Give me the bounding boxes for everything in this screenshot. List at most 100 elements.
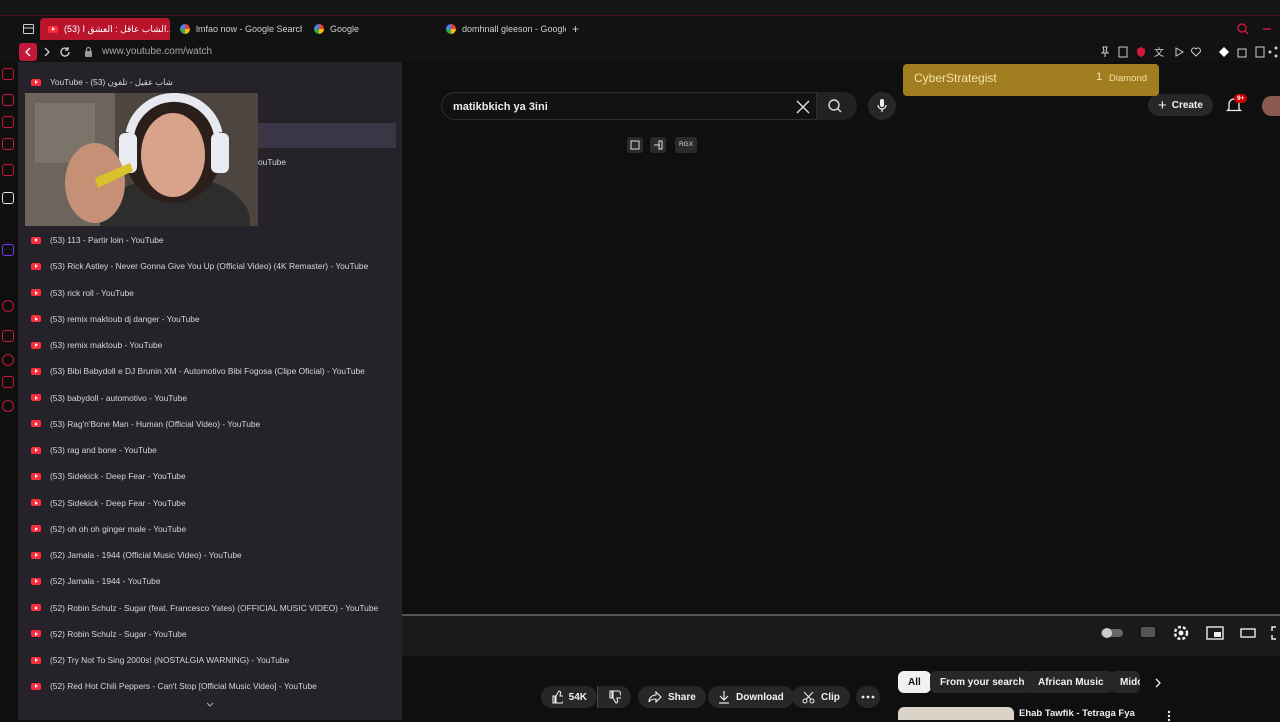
search-box[interactable]: matikbkich ya 3ini xyxy=(441,92,817,120)
easy-setup-icon[interactable] xyxy=(1254,46,1266,58)
player-icon[interactable] xyxy=(2,300,14,312)
dislike-button[interactable] xyxy=(597,686,631,708)
history-item-label: (53) rick roll - YouTube xyxy=(50,287,134,298)
history-item[interactable]: (53) rick roll - YouTube xyxy=(18,280,402,306)
search-tabs-icon[interactable] xyxy=(1237,23,1249,35)
download-icon xyxy=(719,691,729,704)
history-item-partial[interactable]: ouTube xyxy=(258,157,286,167)
back-button[interactable] xyxy=(19,43,37,61)
scroll-down-chevron-icon[interactable] xyxy=(206,702,214,708)
heart-icon[interactable] xyxy=(1190,46,1202,58)
history-item[interactable]: (52) Jamala - 1944 (Official Music Video… xyxy=(18,542,402,568)
play-icon[interactable] xyxy=(1174,46,1184,58)
like-button[interactable]: 54K xyxy=(541,686,597,708)
captions-icon[interactable] xyxy=(1140,626,1156,638)
notifications-button[interactable]: 9+ xyxy=(1225,94,1248,114)
search-tool-copy[interactable] xyxy=(627,137,643,153)
maps-icon[interactable] xyxy=(2,138,14,150)
clip-button[interactable]: Clip xyxy=(792,686,850,708)
snapshot-icon[interactable] xyxy=(1118,46,1128,58)
related-video-thumbnail[interactable] xyxy=(898,707,1014,720)
chip-from-your-search[interactable]: From your search xyxy=(930,671,1035,693)
extensions-icon[interactable] xyxy=(2,376,14,388)
history-item[interactable]: (53) Sidekick - Deep Fear - YouTube xyxy=(18,463,402,489)
history-item-label: YouTube - شاب عقيل - تلفون (53) xyxy=(50,77,173,87)
search-icon xyxy=(828,99,842,113)
workspace-icon[interactable] xyxy=(2,330,14,342)
url-text[interactable]: www.youtube.com/watch xyxy=(102,46,212,57)
share-icon[interactable] xyxy=(1268,46,1278,58)
history-item[interactable]: (53) 113 - Partir loin - YouTube xyxy=(18,227,402,253)
minimize-icon[interactable] xyxy=(1262,24,1272,34)
history-item-highlighted[interactable] xyxy=(248,123,396,148)
puzzle-icon[interactable] xyxy=(1236,46,1248,58)
search-tool-regex[interactable]: RGX xyxy=(675,137,697,153)
chip-african-music[interactable]: African Music xyxy=(1028,671,1114,693)
gifter-name: CyberStrategist xyxy=(914,71,997,85)
shield-icon[interactable] xyxy=(1136,46,1146,58)
history-item[interactable]: (52) Try Not To Sing 2000s! (NOSTALGIA W… xyxy=(18,647,402,673)
history-item[interactable]: (53) babydoll - automotivo - YouTube xyxy=(18,385,402,411)
history-item[interactable]: (53) remix maktoub - YouTube xyxy=(18,332,402,358)
settings-icon[interactable] xyxy=(2,400,14,412)
wallet-icon[interactable] xyxy=(1218,46,1230,58)
search-input[interactable]: matikbkich ya 3ini xyxy=(453,101,548,113)
chip-partial[interactable]: Midc xyxy=(1110,671,1140,693)
history-item[interactable]: (53) remix maktoub dj danger - YouTube xyxy=(18,306,402,332)
tab-menu-icon[interactable] xyxy=(23,24,34,34)
reload-icon[interactable] xyxy=(59,46,71,58)
address-bar: www.youtube.com/watch 文 xyxy=(0,42,1280,62)
thumbs-down-icon xyxy=(609,690,621,704)
pin-icon[interactable] xyxy=(1100,46,1110,58)
history-item[interactable]: (52) oh oh oh ginger male - YouTube xyxy=(18,516,402,542)
tab-google-search[interactable]: lmfao now - Google Search xyxy=(172,18,302,40)
messenger-icon[interactable] xyxy=(2,116,14,128)
history-item[interactable]: (53) Bibi Babydoll e DJ Brunin XM - Auto… xyxy=(18,358,402,384)
aria-a-icon[interactable] xyxy=(2,192,14,204)
more-horizontal-icon xyxy=(861,695,875,699)
more-vertical-icon[interactable] xyxy=(1167,710,1171,722)
translate-icon[interactable]: 文 xyxy=(1154,46,1166,58)
settings-gear-icon[interactable] xyxy=(1173,625,1189,641)
history-item[interactable]: (53) Rick Astley - Never Gonna Give You … xyxy=(18,253,402,279)
more-actions-button[interactable] xyxy=(856,686,880,708)
search-button[interactable] xyxy=(817,92,857,120)
new-tab-button[interactable]: + xyxy=(568,18,588,40)
related-video-title[interactable]: Ehab Tawfik - Tetraga Fya xyxy=(1019,708,1135,719)
twitch-icon[interactable] xyxy=(2,244,14,256)
youtube-favicon-icon xyxy=(31,472,41,480)
bag-icon[interactable] xyxy=(2,94,14,106)
create-button[interactable]: + Create xyxy=(1148,94,1213,116)
fullscreen-icon[interactable] xyxy=(1271,626,1280,640)
history-item[interactable]: (53) Rag'n'Bone Man - Human (Official Vi… xyxy=(18,411,402,437)
miniplayer-icon[interactable] xyxy=(1206,626,1224,640)
gift-overlay: CyberStrategist 1 Diamond xyxy=(903,64,1159,96)
voice-search-button[interactable] xyxy=(868,92,896,120)
history-item[interactable]: (53) rag and bone - YouTube xyxy=(18,437,402,463)
theater-mode-icon[interactable] xyxy=(1240,628,1256,638)
autoplay-toggle-icon[interactable] xyxy=(1100,627,1124,639)
history-item[interactable]: (52) Robin Schulz - Sugar - YouTube xyxy=(18,621,402,647)
tab-label: lmfao now - Google Search xyxy=(196,24,302,34)
history-item[interactable]: (52) Red Hot Chili Peppers - Can't Stop … xyxy=(18,673,402,699)
history-item[interactable]: (52) Sidekick - Deep Fear - YouTube xyxy=(18,490,402,516)
history-item[interactable]: (52) Robin Schulz - Sugar (feat. Frances… xyxy=(18,595,402,621)
share-button[interactable]: Share xyxy=(638,686,706,708)
tab-google-search-2[interactable]: domhnall gleeson - Google xyxy=(438,18,566,40)
history-icon[interactable] xyxy=(2,354,14,366)
chip-all[interactable]: All xyxy=(898,671,931,693)
lock-icon xyxy=(85,46,92,57)
history-item[interactable]: (52) Jamala - 1944 - YouTube xyxy=(18,568,402,594)
youtube-favicon-icon xyxy=(31,446,41,454)
avatar[interactable] xyxy=(1262,96,1280,116)
aria-icon[interactable] xyxy=(2,68,14,80)
chevron-right-icon[interactable] xyxy=(1153,677,1163,689)
search-tool-insert[interactable] xyxy=(650,137,666,153)
forward-icon[interactable] xyxy=(42,46,52,58)
tab-youtube-active[interactable]: (53) الشاب عاقل : العشق ا... xyxy=(40,18,170,40)
tab-google[interactable]: Google xyxy=(306,18,436,40)
history-header[interactable]: YouTube - شاب عقيل - تلفون (53) xyxy=(18,69,402,95)
whatsapp-icon[interactable] xyxy=(2,164,14,176)
download-button[interactable]: Download xyxy=(708,686,794,708)
clear-search-icon[interactable] xyxy=(796,100,810,114)
